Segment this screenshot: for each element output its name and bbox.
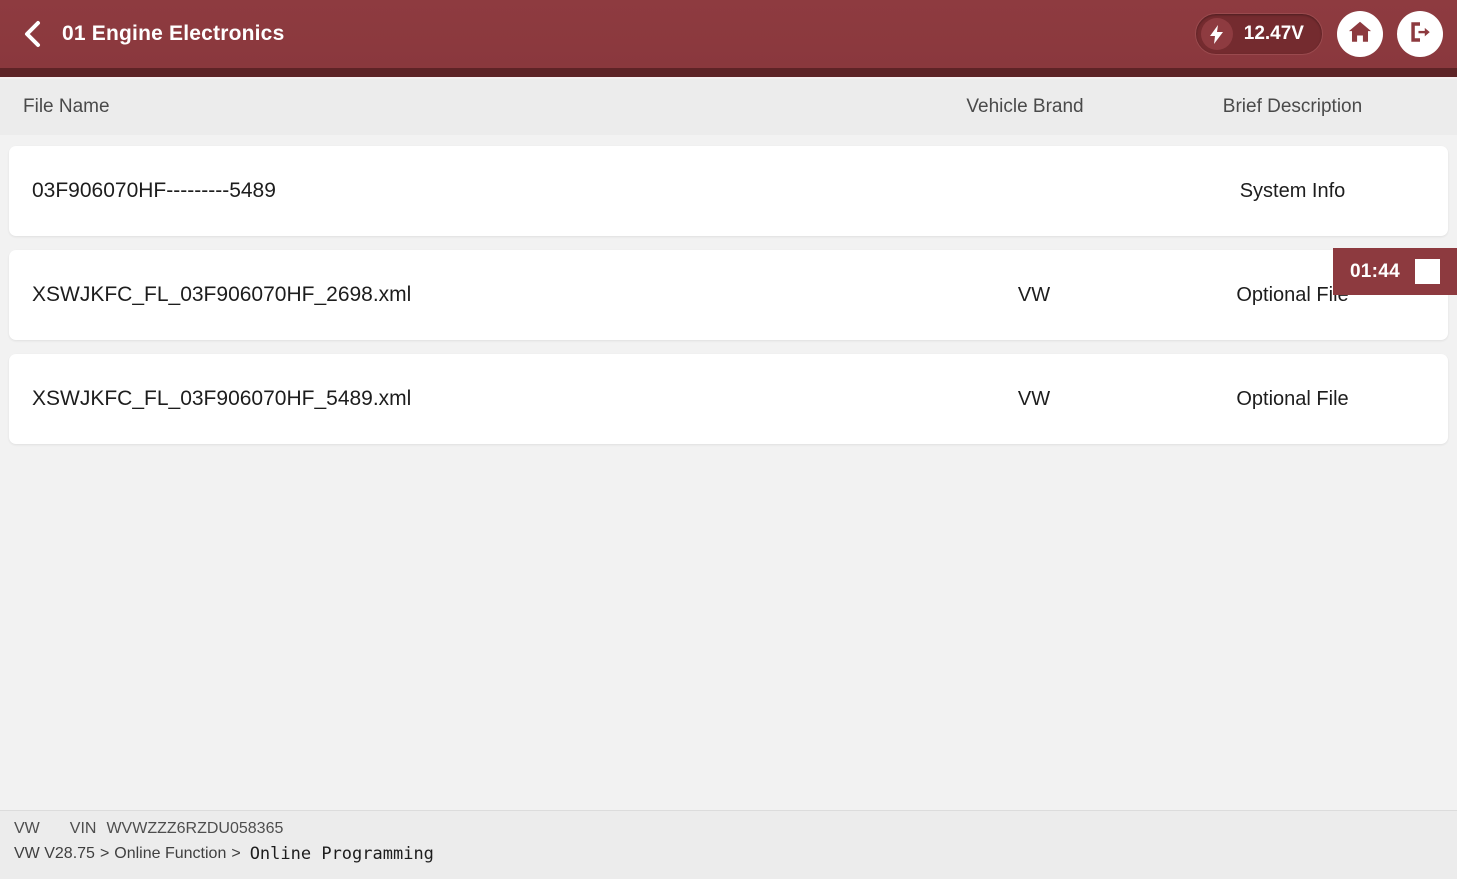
breadcrumb-root[interactable]: VW V28.75 xyxy=(14,845,95,863)
stop-square-icon[interactable] xyxy=(1415,259,1441,284)
voltage-badge: 12.47V xyxy=(1194,13,1323,55)
countdown-timer-overlay: 01:44 xyxy=(1333,248,1457,295)
footer-vin-value: WVWZZZ6RZDU058365 xyxy=(106,820,284,837)
home-icon xyxy=(1347,19,1373,50)
cell-file-name: 03F906070HF---------5489 xyxy=(32,179,276,202)
header-actions: 12.47V xyxy=(1194,11,1443,57)
table-row[interactable]: XSWJKFC_FL_03F906070HF_5489.xml VW Optio… xyxy=(9,354,1448,444)
column-header-vehicle-brand: Vehicle Brand xyxy=(966,96,1084,117)
breadcrumb: VW V28.75 > Online Function > Online Pro… xyxy=(14,844,1457,864)
cell-file-name: XSWJKFC_FL_03F906070HF_2698.xml xyxy=(32,283,412,306)
breadcrumb-separator: > xyxy=(231,845,241,862)
page-title: 01 Engine Electronics xyxy=(62,22,285,45)
home-button[interactable] xyxy=(1337,11,1383,57)
footer-vehicle-brand: VW xyxy=(14,820,40,837)
app-header: 01 Engine Electronics 12.47V xyxy=(0,0,1457,68)
exit-button[interactable] xyxy=(1397,11,1443,57)
cell-file-name: XSWJKFC_FL_03F906070HF_5489.xml xyxy=(32,387,412,410)
table-header: File Name Vehicle Brand Brief Descriptio… xyxy=(0,79,1457,135)
column-header-file-name: File Name xyxy=(23,96,110,117)
column-header-brief-description: Brief Description xyxy=(1222,96,1363,117)
back-button[interactable] xyxy=(10,12,54,56)
lightning-bolt-icon xyxy=(1200,18,1233,50)
vehicle-info-line: VW VIN WVWZZZ6RZDU058365 xyxy=(14,820,1457,838)
cell-vehicle-brand: VW xyxy=(1017,387,1051,410)
file-list-panel: File Name Vehicle Brand Brief Descriptio… xyxy=(0,79,1457,821)
breadcrumb-level-1[interactable]: Online Function xyxy=(114,845,226,863)
breadcrumb-current: Online Programming xyxy=(249,844,434,864)
footer-vin-label: VIN xyxy=(69,820,97,837)
breadcrumb-separator: > xyxy=(99,845,110,862)
cell-vehicle-brand: VW xyxy=(1017,283,1051,306)
exit-icon xyxy=(1407,19,1433,50)
cell-brief-description: Optional File xyxy=(1236,387,1349,410)
chevron-left-icon xyxy=(19,19,45,49)
table-row[interactable]: XSWJKFC_FL_03F906070HF_2698.xml VW Optio… xyxy=(9,250,1448,340)
table-row[interactable]: 03F906070HF---------5489 System Info xyxy=(9,146,1448,236)
timer-value: 01:44 xyxy=(1349,260,1401,282)
table-body: 03F906070HF---------5489 System Info XSW… xyxy=(9,135,1448,444)
voltage-value: 12.47V xyxy=(1243,23,1304,44)
cell-brief-description: System Info xyxy=(1239,179,1346,202)
header-accent-strip xyxy=(0,68,1457,77)
status-footer: VW VIN WVWZZZ6RZDU058365 VW V28.75 > Onl… xyxy=(0,810,1457,879)
